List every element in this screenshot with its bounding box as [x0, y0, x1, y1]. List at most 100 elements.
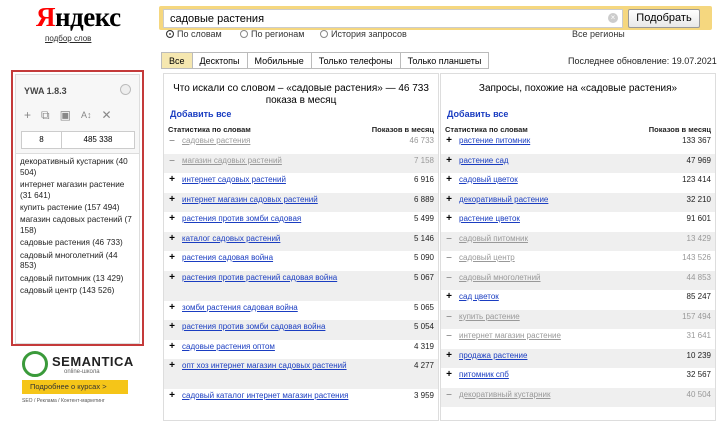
tab-phones[interactable]: Только телефоны — [310, 52, 401, 69]
keyword-link[interactable]: растение питомник — [459, 136, 530, 146]
keyword-link[interactable]: питомник спб — [459, 370, 509, 380]
tab-tablets[interactable]: Только планшеты — [399, 52, 490, 69]
table-row: – купить растение 157 494 — [441, 309, 715, 329]
keyword-link[interactable]: зомби растения садовая война — [182, 303, 298, 313]
remove-icon[interactable]: – — [168, 155, 176, 166]
remove-icon[interactable]: – — [445, 311, 453, 322]
regions-link[interactable]: Все регионы — [572, 29, 625, 39]
keyword-link[interactable]: интернет магазин садовых растений — [182, 195, 318, 205]
add-icon[interactable]: + — [168, 341, 176, 352]
copy-icon[interactable]: ⧉ — [41, 108, 50, 123]
ywa-list-item[interactable]: садовый центр (143 526) — [20, 286, 135, 297]
ywa-list-item[interactable]: декоративный кустарник (40 504) — [20, 157, 135, 178]
tab-all[interactable]: Все — [161, 52, 193, 69]
keyword-link[interactable]: опт хоз интернет магазин садовых растени… — [182, 361, 347, 371]
keyword-link[interactable]: интернет садовых растений — [182, 175, 286, 185]
add-icon[interactable]: + — [445, 350, 453, 361]
keyword-link[interactable]: садовый цветок — [459, 175, 518, 185]
add-icon[interactable]: + — [168, 322, 176, 332]
radio-by-words[interactable]: По словам — [166, 29, 222, 39]
remove-icon[interactable]: – — [445, 233, 453, 244]
keyword-link[interactable]: магазин садовых растений — [182, 156, 282, 166]
keyword-link[interactable]: растение сад — [459, 156, 509, 166]
row-keyword: + садовый цветок — [445, 173, 655, 185]
ywa-list-item[interactable]: садовый питомник (13 429) — [20, 274, 135, 285]
keyword-link[interactable]: растения садовая война — [182, 253, 273, 263]
add-icon[interactable]: + — [24, 108, 31, 123]
clear-icon[interactable]: × — [608, 13, 618, 23]
add-icon[interactable]: + — [445, 370, 453, 380]
add-icon[interactable]: + — [168, 253, 176, 263]
remove-icon[interactable]: – — [445, 272, 453, 283]
keyword-link[interactable]: садовые растения — [182, 136, 250, 146]
tab-mobile[interactable]: Мобильные — [246, 52, 312, 69]
add-icon[interactable]: + — [168, 391, 176, 401]
radio-history[interactable]: История запросов — [320, 29, 407, 39]
row-keyword: + растения садовая война — [168, 251, 378, 263]
keyword-link[interactable]: садовый центр — [459, 253, 515, 263]
remove-icon[interactable]: – — [445, 331, 453, 341]
remove-icon[interactable]: – — [445, 389, 453, 400]
keyword-link[interactable]: садовый питомник — [459, 234, 528, 244]
keyword-link[interactable]: садовый многолетний — [459, 273, 541, 283]
left-heading: Что искали со словом – «садовые растения… — [173, 83, 429, 106]
keyword-link[interactable]: растения против зомби садовая — [182, 214, 301, 224]
views-count: 32 567 — [686, 370, 711, 379]
remove-icon[interactable]: – — [168, 136, 176, 146]
table-row: – садовый центр 143 526 — [441, 251, 715, 271]
tab-desktop[interactable]: Десктопы — [191, 52, 248, 69]
ywa-list-item[interactable]: садовый многолетний (44 853) — [20, 251, 135, 272]
add-icon[interactable]: + — [445, 292, 453, 302]
keyword-link[interactable]: растения против зомби садовая война — [182, 322, 325, 332]
keyword-link[interactable]: декоративный растение — [459, 195, 548, 205]
add-icon[interactable]: + — [445, 136, 453, 146]
table-row: + сад цветок 85 247 — [441, 290, 715, 310]
add-icon[interactable]: + — [168, 302, 176, 313]
ywa-list-item[interactable]: магазин садовых растений (7 158) — [20, 215, 135, 236]
keyword-link[interactable]: растение цветок — [459, 214, 520, 224]
keyword-link[interactable]: сад цветок — [459, 292, 499, 302]
wordstat-link[interactable]: подбор слов — [45, 34, 91, 43]
add-all-link[interactable]: Добавить все — [447, 109, 715, 119]
yandex-logo[interactable]: Яндекс — [36, 2, 121, 32]
ywa-list-item[interactable]: интернет магазин растение (31 641) — [20, 180, 135, 201]
add-icon[interactable]: + — [168, 361, 176, 371]
table-row: – садовые растения 46 733 — [164, 134, 438, 154]
left-results: Что искали со словом – «садовые растения… — [163, 73, 439, 421]
radio-by-regions[interactable]: По регионам — [240, 29, 304, 39]
add-icon[interactable]: + — [168, 233, 176, 244]
search-button[interactable]: Подобрать — [628, 9, 700, 28]
settings-icon[interactable] — [120, 84, 131, 95]
keyword-link[interactable]: садовый каталог интернет магазин растени… — [182, 391, 348, 401]
add-icon[interactable]: + — [168, 214, 176, 224]
views-count: 7 158 — [413, 155, 434, 165]
search-input[interactable] — [163, 9, 623, 28]
add-icon[interactable]: + — [168, 272, 176, 283]
remove-icon[interactable]: – — [445, 253, 453, 263]
keyword-link[interactable]: интернет магазин растение — [459, 331, 561, 341]
keyword-link[interactable]: купить растение — [459, 312, 520, 322]
keyword-link[interactable]: садовые растения оптом — [182, 342, 275, 352]
add-icon[interactable]: + — [445, 175, 453, 185]
table-row: + интернет магазин садовых растений 6 889 — [164, 192, 438, 212]
add-icon[interactable]: + — [445, 214, 453, 224]
keyword-link[interactable]: продажа растение — [459, 351, 527, 361]
add-icon[interactable]: + — [168, 175, 176, 185]
ywa-list-item[interactable]: садовые растения (46 733) — [20, 238, 135, 249]
clear-icon[interactable]: ✕ — [101, 108, 111, 123]
keyword-link[interactable]: растения против растений садовая война — [182, 273, 337, 283]
courses-button[interactable]: Подробнее о курсах > — [22, 380, 128, 394]
save-icon[interactable]: ▣ — [60, 108, 71, 123]
keyword-link[interactable]: каталог садовых растений — [182, 234, 280, 244]
add-icon[interactable]: + — [168, 194, 176, 205]
ywa-word-count: 8 — [22, 132, 62, 148]
add-icon[interactable]: + — [445, 155, 453, 166]
keyword-link[interactable]: декоративный кустарник — [459, 390, 550, 400]
table-row: + растение цветок 91 601 — [441, 212, 715, 232]
add-icon[interactable]: + — [445, 194, 453, 205]
ywa-list-item[interactable]: купить растение (157 494) — [20, 203, 135, 214]
semantica-logo-icon — [22, 351, 48, 377]
add-all-link[interactable]: Добавить все — [170, 109, 438, 119]
sort-icon[interactable]: A↕ — [81, 108, 92, 123]
table-row: + садовый цветок 123 414 — [441, 173, 715, 193]
